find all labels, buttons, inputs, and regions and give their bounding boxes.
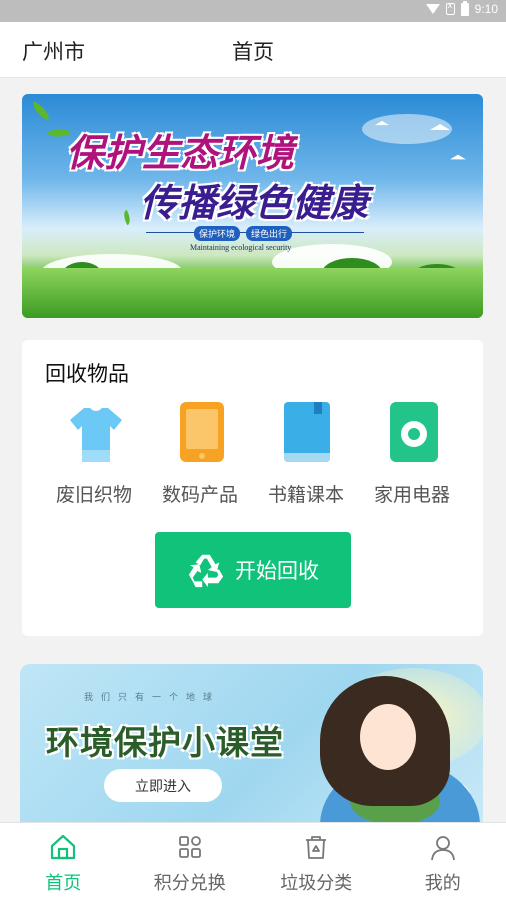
sim-icon	[445, 1, 455, 15]
dove-decoration	[375, 120, 389, 126]
tab-home[interactable]: 首页	[0, 823, 127, 901]
tab-label: 积分兑换	[153, 873, 226, 894]
leaf-decoration	[120, 209, 134, 226]
tab-profile[interactable]: 我的	[380, 823, 506, 901]
battery-icon	[460, 0, 469, 16]
user-icon	[430, 836, 455, 861]
start-recycling-label: 开始回收	[235, 559, 319, 583]
leaf-decoration	[28, 101, 54, 121]
header: 广州市 首页	[0, 22, 506, 78]
enter-now-button[interactable]: 立即进入	[104, 769, 222, 802]
status-time: 9:10	[474, 2, 498, 16]
city-selector[interactable]: 广州市	[22, 36, 85, 66]
dove-decoration	[450, 154, 466, 160]
recycle-card: 回收物品 废旧织物 数码产品 书籍课本 家用电器 开始回收	[22, 340, 483, 636]
shirt-icon	[70, 402, 122, 464]
dove-decoration	[430, 124, 450, 130]
status-icons: 9:10	[425, 0, 498, 16]
banner-subtitle: Maintaining ecological security	[190, 243, 292, 252]
banner-pill: 保护环境	[194, 226, 241, 241]
classroom-banner[interactable]: 我们只有一个地球 环境保护小课堂 立即进入	[20, 664, 483, 824]
washing-machine-icon	[388, 402, 438, 464]
category-label: 废旧织物	[55, 484, 132, 506]
category-appliances[interactable]: 家用电器	[362, 402, 462, 507]
category-electronics[interactable]: 数码产品	[150, 402, 250, 507]
classroom-title: 环境保护小课堂	[46, 723, 284, 762]
banner-pill: 绿色出行	[246, 226, 293, 241]
tab-label: 垃圾分类	[280, 873, 353, 894]
page-title: 首页	[232, 40, 274, 64]
home-icon	[51, 834, 76, 860]
tab-label: 我的	[424, 873, 461, 894]
banner-headline-2: 传播绿色健康	[140, 181, 369, 225]
category-books[interactable]: 书籍课本	[256, 402, 356, 507]
tab-label: 首页	[45, 873, 82, 894]
recycle-title: 回收物品	[45, 362, 129, 386]
bottom-tab-bar: 首页 积分兑换 垃圾分类 我的	[0, 822, 506, 901]
status-bar: 9:10	[0, 0, 506, 22]
category-textiles[interactable]: 废旧织物	[44, 402, 144, 507]
category-label: 书籍课本	[267, 484, 344, 506]
tab-points-exchange[interactable]: 积分兑换	[127, 823, 254, 901]
banner-headline-1: 保护生态环境	[66, 131, 295, 175]
wifi-icon	[425, 4, 440, 14]
grid-icon	[178, 836, 201, 858]
trash-bin-icon	[306, 836, 327, 859]
category-label: 家用电器	[373, 484, 450, 506]
classroom-slogan: 我们只有一个地球	[84, 693, 221, 703]
girl-face-decoration	[360, 704, 416, 770]
recycle-icon	[188, 554, 224, 588]
banner-pills: 保护环境 绿色出行	[194, 226, 293, 241]
book-icon	[282, 402, 330, 464]
category-label: 数码产品	[161, 484, 238, 506]
tab-waste-sorting[interactable]: 垃圾分类	[253, 823, 380, 901]
grass-decoration	[22, 268, 483, 318]
phone-icon	[176, 402, 224, 464]
promo-banner[interactable]: 保护生态环境 传播绿色健康 保护环境 绿色出行 Maintaining ecol…	[22, 94, 483, 318]
start-recycling-button[interactable]: 开始回收	[155, 532, 351, 608]
